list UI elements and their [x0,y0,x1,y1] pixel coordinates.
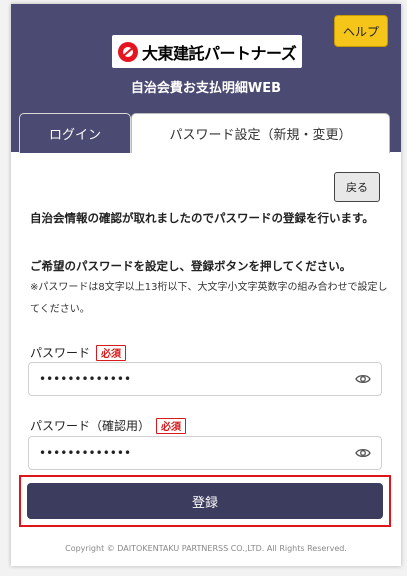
password-input-value[interactable]: ••••••••••••• [39,363,131,395]
info-message: 自治会情報の確認が取れましたのでパスワードの登録を行います。 [30,211,374,225]
register-highlight: 登録 [19,475,391,527]
logo-text: 大東建託パートナーズ [142,43,297,63]
password-confirm-input[interactable]: ••••••••••••• [28,436,382,470]
required-badge: 必須 [156,417,187,434]
password-rule-note: ※パスワードは8文字以上13桁以下、大文字小文字英数字の組み合わせで設定してくだ… [30,282,388,315]
page-title: 自治会費お支払明細WEB [130,81,282,96]
tab-login[interactable]: ログイン [19,113,131,153]
instruction-message: ご希望のパスワードを設定し、登録ボタンを押してください。 [30,259,352,273]
register-button[interactable]: 登録 [27,483,383,519]
password-confirm-label: パスワード（確認用） 必須 [30,417,187,434]
tab-password-setting[interactable]: パスワード設定（新規・変更） [131,113,390,153]
password-input[interactable]: ••••••••••••• [28,362,382,396]
password-label-text: パスワード [30,346,91,360]
required-badge: 必須 [96,344,127,361]
page-card: ヘルプ 大東建託パートナーズ 自治会費お支払明細WEB ログイン パスワード設定… [11,4,401,566]
password-label: パスワード 必須 [30,344,127,361]
help-button[interactable]: ヘルプ [334,15,388,47]
eye-icon[interactable] [355,446,371,460]
logo: 大東建託パートナーズ [112,35,302,68]
copyright: Copyright © DAITOKENTAKU PARTNERSS CO.,L… [65,544,347,553]
daito-logo-mark-icon [118,41,138,62]
header: ヘルプ 大東建託パートナーズ 自治会費お支払明細WEB ログイン パスワード設定… [11,4,401,153]
password-confirm-input-value[interactable]: ••••••••••••• [39,437,131,469]
eye-icon[interactable] [355,372,371,386]
password-confirm-label-text: パスワード（確認用） [30,419,151,433]
back-button[interactable]: 戻る [334,172,380,202]
